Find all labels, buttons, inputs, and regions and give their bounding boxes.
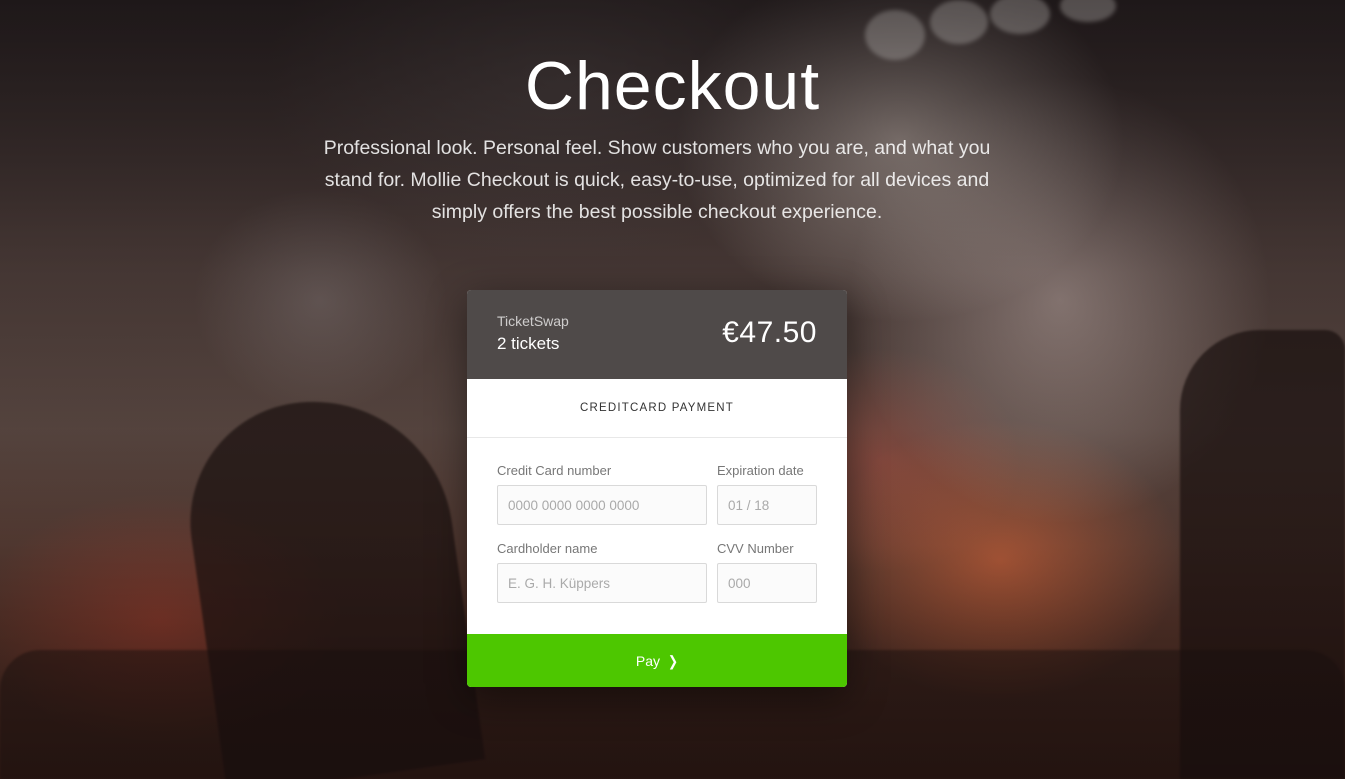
- expiry-label: Expiration date: [717, 463, 804, 478]
- expiry-input[interactable]: [717, 485, 817, 525]
- order-amount: €47.50: [722, 316, 817, 349]
- checkout-card: TicketSwap 2 tickets €47.50 CREDITCARD P…: [467, 290, 847, 687]
- card-form: Credit Card number Expiration date Cardh…: [467, 438, 847, 634]
- pay-button-label: Pay: [635, 652, 661, 669]
- cardholder-label: Cardholder name: [497, 541, 598, 556]
- page-title: Checkout: [524, 48, 821, 124]
- chevron-right-icon: ❯: [668, 652, 679, 669]
- card-number-input[interactable]: [497, 485, 707, 525]
- cvv-input[interactable]: [717, 563, 817, 603]
- payment-method-title: CREDITCARD PAYMENT: [467, 379, 847, 438]
- pay-button[interactable]: Pay ❯: [467, 634, 847, 687]
- order-summary: TicketSwap 2 tickets €47.50: [467, 290, 847, 379]
- order-items: 2 tickets: [497, 334, 560, 353]
- page-subtitle: Professional look. Personal feel. Show c…: [323, 137, 991, 223]
- cardholder-input[interactable]: [497, 563, 707, 603]
- card-number-label: Credit Card number: [497, 463, 612, 478]
- cvv-label: CVV Number: [717, 541, 794, 556]
- merchant-name: TicketSwap: [497, 313, 569, 329]
